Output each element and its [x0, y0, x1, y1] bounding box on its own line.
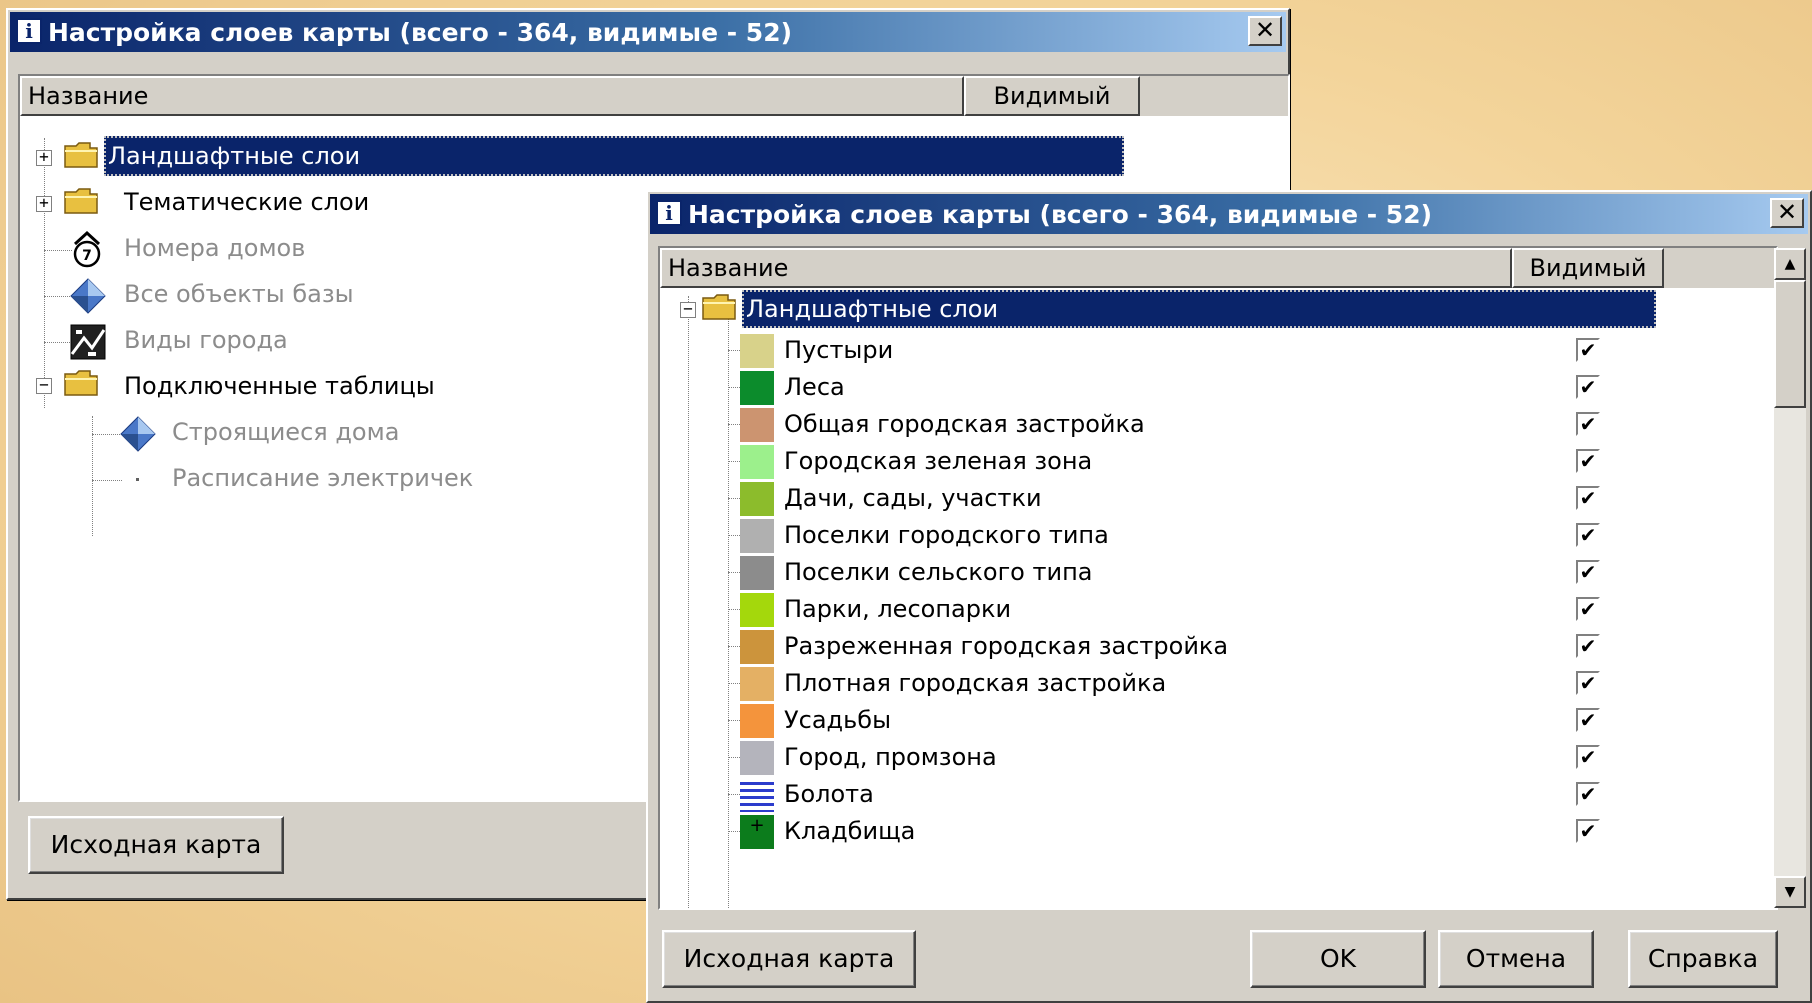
layer-color-swatch [740, 556, 774, 590]
layer-label[interactable]: Пустыри [784, 331, 893, 369]
folder-icon [64, 142, 98, 168]
collapse-button[interactable]: − [680, 301, 696, 318]
visible-checkbox[interactable]: ✔ [1576, 708, 1600, 732]
layer-color-swatch [740, 519, 774, 553]
folder-icon [64, 370, 98, 396]
scroll-down-button[interactable]: ▼ [1774, 876, 1806, 908]
layer-label[interactable]: Городская зеленая зона [784, 442, 1092, 480]
tree-item-label[interactable]: Подключенные таблицы [124, 366, 435, 406]
layer-color-swatch [740, 630, 774, 664]
window-title: Настройка слоев карты (всего - 364, види… [688, 200, 1433, 229]
column-header-name[interactable]: Название [660, 248, 1512, 288]
tree-item-label[interactable]: Строящиеся дома [172, 412, 399, 452]
header-filler [1140, 76, 1288, 116]
back-window-titlebar[interactable]: i Настройка слоев карты (всего - 364, вид… [10, 12, 1286, 52]
column-header-visible[interactable]: Видимый [964, 76, 1140, 116]
layer-label[interactable]: Плотная городская застройка [784, 664, 1166, 702]
help-button[interactable]: Справка [1628, 930, 1778, 988]
visible-checkbox[interactable]: ✔ [1576, 671, 1600, 695]
layer-label[interactable]: Болота [784, 775, 874, 813]
tree-item-label[interactable]: Тематические слои [124, 182, 369, 222]
layer-color-swatch [740, 482, 774, 516]
visible-checkbox[interactable]: ✔ [1576, 634, 1600, 658]
swamp-icon [740, 778, 774, 812]
house-number-icon: 7 [73, 230, 101, 268]
expand-button[interactable]: + [36, 149, 52, 166]
visible-checkbox[interactable]: ✔ [1576, 745, 1600, 769]
layer-label[interactable]: Парки, лесопарки [784, 590, 1011, 628]
svg-text:7: 7 [82, 248, 92, 264]
scroll-thumb[interactable] [1774, 280, 1806, 408]
original-map-button[interactable]: Исходная карта [28, 816, 284, 874]
visible-checkbox[interactable]: ✔ [1576, 375, 1600, 399]
layer-label[interactable]: Кладбища [784, 812, 915, 850]
collapse-button[interactable]: − [36, 377, 52, 394]
close-button[interactable]: ✕ [1248, 16, 1282, 46]
layer-label[interactable]: Усадьбы [784, 701, 891, 739]
layer-label[interactable]: Город, промзона [784, 738, 997, 776]
visible-checkbox[interactable]: ✔ [1576, 449, 1600, 473]
layer-label[interactable]: Разреженная городская застройка [784, 627, 1228, 665]
dot-icon [136, 478, 139, 481]
expand-button[interactable]: + [36, 195, 52, 212]
column-header-name[interactable]: Название [20, 76, 964, 116]
window-title: Настройка слоев карты (всего - 364, види… [48, 18, 793, 47]
tree-item-label[interactable]: Все объекты базы [124, 274, 354, 314]
root-item-label[interactable]: Ландшафтные слои [742, 290, 1656, 328]
layer-color-swatch [740, 593, 774, 627]
visible-checkbox[interactable]: ✔ [1576, 338, 1600, 362]
original-map-button[interactable]: Исходная карта [662, 930, 916, 988]
photo-icon [70, 324, 106, 360]
info-icon: i [16, 18, 42, 44]
folder-icon [64, 188, 98, 214]
info-icon: i [656, 200, 682, 226]
cemetery-icon: + [740, 815, 774, 849]
diamond-icon [70, 278, 106, 314]
layer-color-swatch [740, 371, 774, 405]
column-header-visible[interactable]: Видимый [1512, 248, 1664, 288]
tree-item-label[interactable]: Расписание электричек [172, 458, 473, 498]
folder-icon [702, 294, 736, 320]
layer-label[interactable]: Дачи, сады, участки [784, 479, 1042, 517]
layer-color-swatch [740, 408, 774, 442]
layer-color-swatch [740, 667, 774, 701]
tree-item-label[interactable]: Виды города [124, 320, 288, 360]
layer-color-swatch [740, 741, 774, 775]
diamond-icon [120, 416, 156, 452]
front-window: i Настройка слоев карты (всего - 364, вид… [646, 190, 1812, 1003]
visible-checkbox[interactable]: ✔ [1576, 560, 1600, 584]
layer-color-swatch [740, 704, 774, 738]
header-filler [1664, 248, 1776, 288]
visible-checkbox[interactable]: ✔ [1576, 486, 1600, 510]
vertical-scrollbar[interactable]: ▲ ▼ [1774, 248, 1806, 908]
visible-checkbox[interactable]: ✔ [1576, 782, 1600, 806]
layer-label[interactable]: Общая городская застройка [784, 405, 1145, 443]
visible-checkbox[interactable]: ✔ [1576, 523, 1600, 547]
visible-checkbox[interactable]: ✔ [1576, 412, 1600, 436]
tree-item-label[interactable]: Ландшафтные слои [104, 136, 1124, 176]
layer-label[interactable]: Поселки городского типа [784, 516, 1109, 554]
front-window-titlebar[interactable]: i Настройка слоев карты (всего - 364, вид… [650, 194, 1808, 234]
layer-label[interactable]: Поселки сельского типа [784, 553, 1092, 591]
layer-color-swatch [740, 445, 774, 479]
tree-item-label[interactable]: Номера домов [124, 228, 305, 268]
visible-checkbox[interactable]: ✔ [1576, 819, 1600, 843]
close-button[interactable]: ✕ [1770, 198, 1804, 228]
ok-button[interactable]: OK [1250, 930, 1426, 988]
cancel-button[interactable]: Отмена [1438, 930, 1594, 988]
layer-list: Название Видимый − Ландшафтные слои Пуст… [658, 246, 1778, 910]
layer-label[interactable]: Леса [784, 368, 845, 406]
layer-color-swatch [740, 334, 774, 368]
scroll-up-button[interactable]: ▲ [1774, 248, 1806, 280]
visible-checkbox[interactable]: ✔ [1576, 597, 1600, 621]
